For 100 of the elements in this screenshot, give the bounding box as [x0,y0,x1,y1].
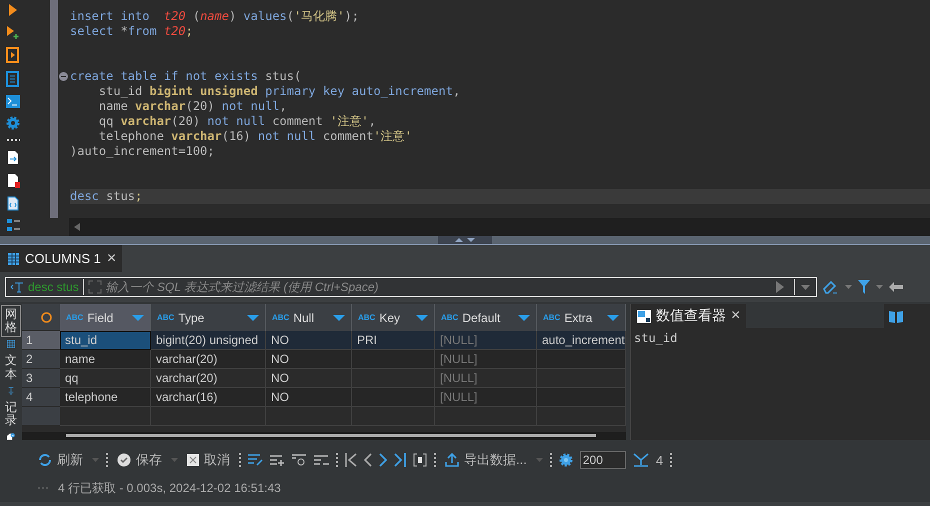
type-label: ABC [157,313,174,322]
edit-rows-icon[interactable] [248,454,263,466]
export-button[interactable]: 导出数据... [443,451,529,469]
code-line: select *from t20; [70,24,194,39]
row-number: 2 [22,350,60,369]
row-number: 4 [22,388,60,407]
cancel-icon [187,454,199,466]
cancel-button[interactable]: 取消 [185,451,232,469]
panel-button[interactable] [884,304,930,328]
value-viewer-tab[interactable]: 数值查看器 × [631,304,746,328]
dropdown-icon[interactable] [801,284,810,290]
file-code-icon[interactable] [7,196,19,211]
table-cell: stu_id [60,331,151,350]
column-label: Default [462,310,500,324]
close-icon[interactable]: × [731,307,740,325]
book-icon [888,309,904,323]
sort-icon[interactable] [247,314,259,320]
horizontal-scrollbar[interactable] [69,218,930,236]
run-add-icon[interactable] [6,25,20,39]
code-line: )auto_increment=100; [70,144,216,159]
table-cell: [NULL] [435,388,537,407]
table-cell: NO [266,350,352,369]
code-line: create table if not exists stus( [70,69,302,84]
type-label: ABC [441,313,458,322]
results-tab[interactable]: COLUMNS 1 × [0,245,122,272]
panel-icon [637,310,651,322]
row-number: 3 [22,369,60,388]
sql-icon [10,281,24,293]
terminal-icon[interactable] [6,95,20,108]
sort-icon[interactable] [607,314,619,320]
gear-icon[interactable] [558,453,573,467]
column-label: Type [178,310,204,324]
fetch-all-icon[interactable] [632,453,649,467]
query-label: desc stus [28,280,79,294]
run-icon[interactable] [8,3,18,17]
fetch-size-field[interactable]: 200 [580,451,626,469]
fit-icon[interactable] [413,453,427,467]
code-line: stu_id bigint unsigned primary key auto_increment, [98,84,462,99]
side-tab[interactable]: 记录 [2,398,20,430]
refresh-icon [38,453,52,467]
delete-row-icon[interactable] [314,454,329,466]
table-cell: name [60,350,151,369]
status-text: 4 行已获取 - 0.003s, 2024-12-02 16:51:43 [58,480,281,496]
grid-icon [4,340,18,348]
table-cell: varchar(16) [151,388,266,407]
play-icon[interactable] [776,281,784,293]
tab-label: 数值查看器 [656,307,726,325]
value-text: stu_id [633,330,678,347]
type-label: ABC [66,313,84,322]
close-icon[interactable]: × [106,250,116,268]
table-cell: varchar(20) [151,350,266,369]
filter-input[interactable]: 输入一个 SQL 表达式来过滤结果 (使用 Ctrl+Space) [106,280,772,294]
upload-icon [445,453,459,467]
row-number: 1 [22,331,60,350]
scrollbar-thumb[interactable] [66,434,596,437]
circle-icon [41,312,52,322]
more-icon[interactable] [6,138,20,142]
table-cell: NO [266,388,352,407]
collapse-icon[interactable] [59,72,68,81]
column-header[interactable]: ABC Field [60,304,151,331]
table-cell: auto_increment [537,331,626,350]
text-cursor-icon [6,386,16,395]
side-tab[interactable]: 文本 [2,352,20,383]
sort-icon[interactable] [333,314,345,320]
outline-icon[interactable] [6,219,20,232]
file-error-icon[interactable] [6,173,20,188]
filter-icon[interactable] [858,280,870,294]
splitter-handle[interactable] [438,236,492,244]
eraser-icon[interactable] [823,280,839,294]
table-cell: bigint(20) unsigned [151,331,266,350]
table-cell: [NULL] [435,331,537,350]
type-label: ABC [543,313,560,322]
scroll-left-icon[interactable] [74,223,80,231]
export-file-icon[interactable] [7,150,19,165]
previous-icon[interactable] [364,453,372,467]
sort-icon[interactable] [518,314,530,320]
side-tab[interactable]: 网格 [2,306,20,336]
refresh-button[interactable]: 刷新 [36,451,85,469]
script-icon[interactable] [6,47,20,63]
add-row-icon[interactable] [270,454,285,466]
first-page-icon[interactable] [345,453,357,467]
back-arrow-icon[interactable] [889,282,903,292]
copy-row-icon[interactable] [292,454,307,466]
sort-icon[interactable] [132,314,144,320]
column-label: Extra [564,310,592,324]
table-cell: PRI [352,331,435,350]
document-icon[interactable] [6,71,20,87]
type-label: ABC [272,313,290,322]
sort-icon[interactable] [416,314,428,320]
code-line: qq varchar(20) not null comment '注意', [98,114,377,129]
column-label: Key [379,310,400,324]
table-cell: telephone [60,388,151,407]
last-page-icon[interactable] [394,453,406,467]
caret-icon[interactable] [876,285,883,289]
save-button[interactable]: 保存 [115,451,164,469]
next-icon[interactable] [379,453,387,467]
caret-icon[interactable] [845,285,852,289]
expand-icon[interactable] [88,280,102,294]
gear-icon[interactable] [6,116,20,130]
check-icon [117,453,131,467]
